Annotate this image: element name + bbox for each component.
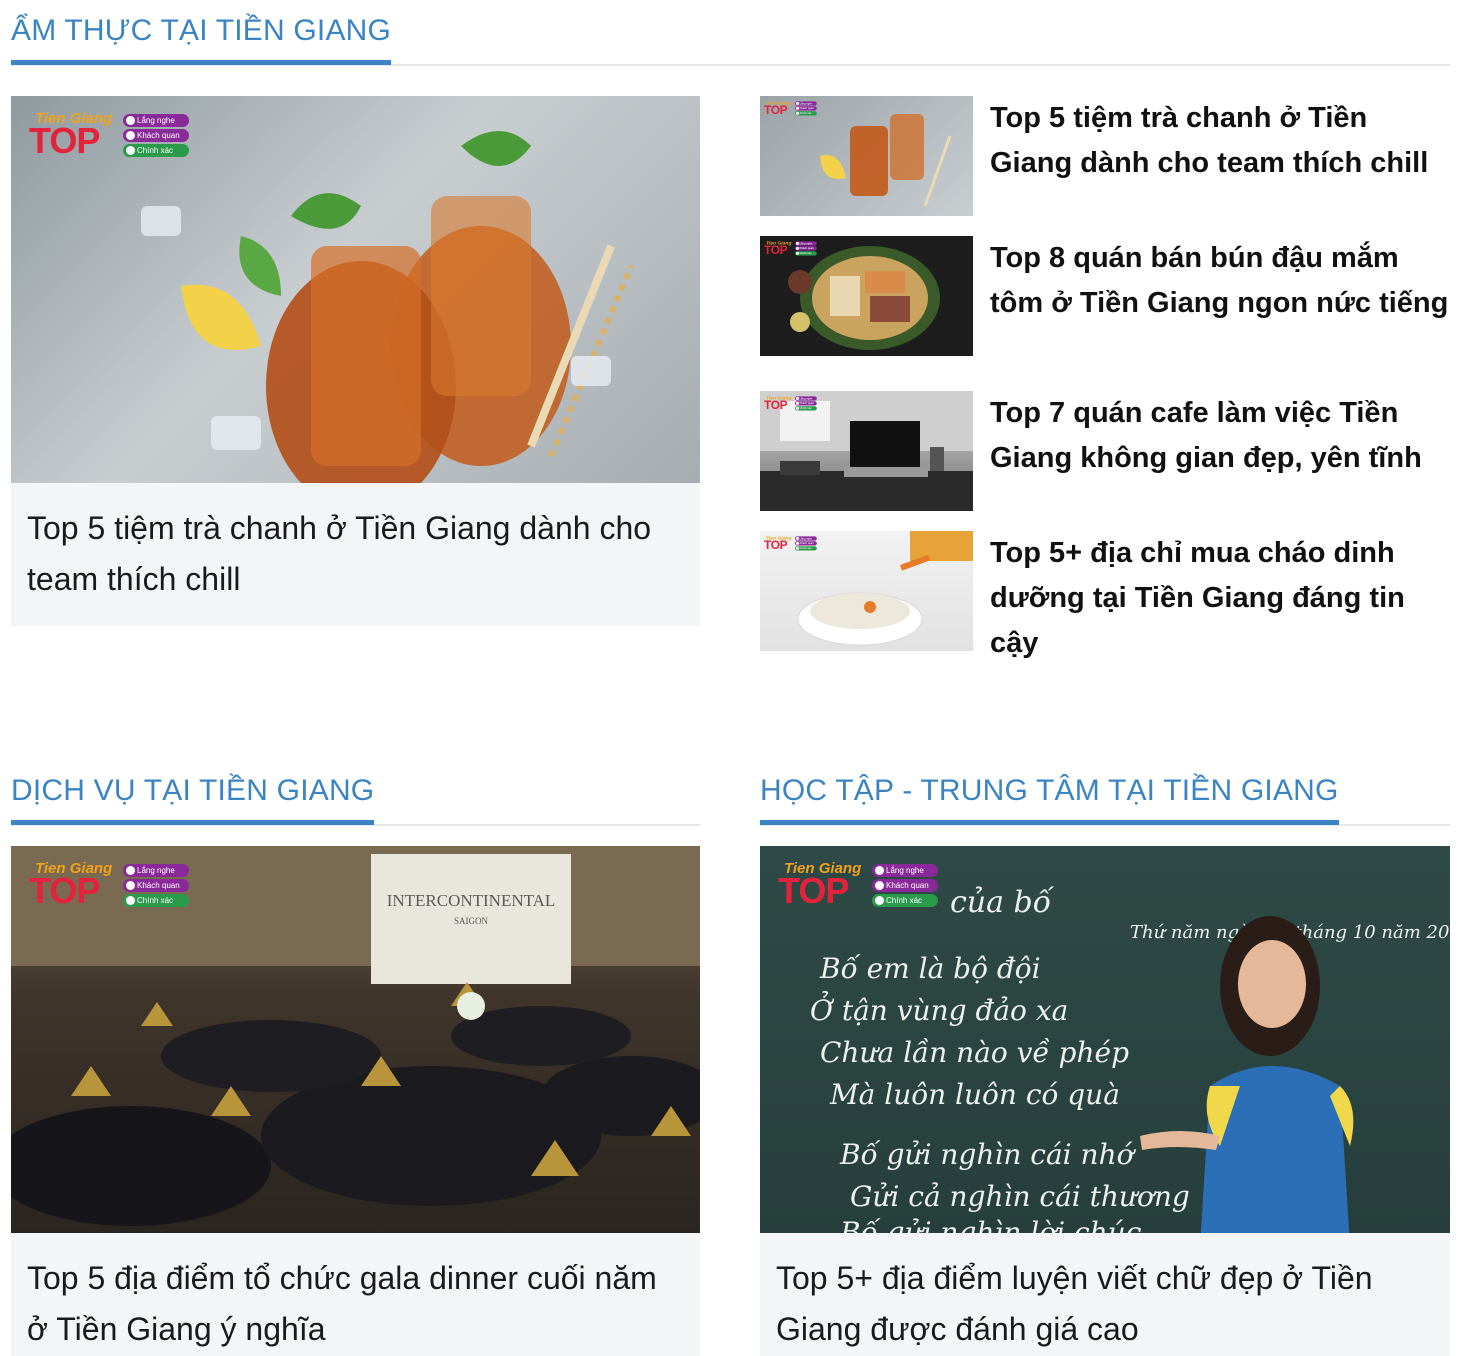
logo-brand-big: TOP (29, 120, 100, 161)
hall-sign-text: INTERCONTINENTAL (387, 891, 556, 910)
logo-pill: Chính xác (795, 111, 817, 116)
logo-pill: Khách quan (123, 129, 189, 142)
logo-pill: Lắng nghe (123, 864, 189, 877)
article-title[interactable]: Top 5 tiệm trà chanh ở Tiền Giang dành c… (990, 96, 1450, 186)
logo-brand-big: TOP (778, 870, 849, 911)
list-item[interactable]: Tien Giang TOP Lắng nghe Khách quan Chín… (760, 391, 1450, 521)
article-title[interactable]: Top 8 quán bán bún đậu mắm tôm ở Tiền Gi… (990, 236, 1450, 326)
logo-pill: Chính xác (795, 406, 817, 411)
featured-article-luyen-chu[interactable]: của bố Thứ năm ngày 18 tháng 10 năm 2018… (760, 846, 1450, 1356)
logo-pill: Lắng nghe (123, 114, 189, 127)
section-title-dich-vu[interactable]: DỊCH VỤ TẠI TIỀN GIANG (11, 774, 375, 825)
section-header-am-thuc: ẨM THỰC TẠI TIỀN GIANG (11, 0, 1450, 66)
article-thumbnail[interactable]: của bố Thứ năm ngày 18 tháng 10 năm 2018… (760, 846, 1450, 1233)
article-title[interactable]: Top 5 tiệm trà chanh ở Tiền Giang dành c… (11, 483, 700, 625)
logo-pill: Khách quan (795, 401, 817, 406)
logo-pill: Khách quan (795, 541, 817, 546)
hall-sign-sub: SAIGON (454, 916, 489, 926)
logo-pill: Chính xác (123, 144, 189, 157)
tien-giang-top-logo: Tien Giang TOP Lắng nghe Khách quan Chín… (29, 110, 189, 166)
article-thumbnail[interactable]: Tien Giang TOP Lắng nghe Khách quan Chín… (760, 531, 973, 651)
section-header-hoc-tap: HỌC TẬP - TRUNG TÂM TẠI TIỀN GIANG (760, 760, 1450, 826)
logo-brand-big: TOP (29, 870, 100, 911)
article-title[interactable]: Top 5 địa điểm tổ chức gala dinner cuối … (11, 1233, 700, 1356)
logo-pill: Chính xác (795, 546, 817, 551)
tien-giang-top-logo: Tien Giang TOP Lắng nghe Khách quan Chín… (29, 860, 189, 916)
logo-pill: Chính xác (123, 894, 189, 907)
list-item[interactable]: Tien Giang TOP Lắng nghe Khách quan Chín… (760, 96, 1450, 226)
board-line: Ở tận vùng đảo xa (810, 990, 1068, 1027)
list-item[interactable]: Tien Giang TOP Lắng nghe Khách quan Chín… (760, 531, 1450, 671)
section-title-am-thuc[interactable]: ẨM THỰC TẠI TIỀN GIANG (11, 14, 392, 65)
list-item[interactable]: Tien Giang TOP Lắng nghe Khách quan Chín… (760, 236, 1450, 376)
article-thumbnail[interactable]: Tien Giang TOP Lắng nghe Khách quan Chín… (760, 391, 973, 511)
section-header-dich-vu: DỊCH VỤ TẠI TIỀN GIANG (11, 760, 700, 826)
logo-brand-big: TOP (764, 103, 788, 117)
board-line: Bố em là bộ đội (819, 952, 1041, 985)
logo-pill: Khách quan (123, 879, 189, 892)
logo-brand-big: TOP (764, 538, 788, 552)
board-title: của bố (950, 885, 1055, 920)
article-title[interactable]: Top 5+ địa chỉ mua cháo dinh dưỡng tại T… (990, 531, 1450, 666)
logo-pill: Khách quan (795, 106, 817, 111)
logo-pill: Lắng nghe (795, 101, 817, 106)
featured-article-gala-dinner[interactable]: INTERCONTINENTAL SAIGON Tien Giang TOP L… (11, 846, 700, 1356)
logo-pill: Khách quan (872, 879, 938, 892)
logo-pill: Lắng nghe (795, 241, 817, 246)
logo-pill: Khách quan (795, 246, 817, 251)
logo-pill: Lắng nghe (872, 864, 938, 877)
article-thumbnail[interactable]: INTERCONTINENTAL SAIGON Tien Giang TOP L… (11, 846, 700, 1233)
logo-brand-big: TOP (764, 398, 788, 412)
logo-pill: Lắng nghe (795, 396, 817, 401)
tien-giang-top-logo: Tien Giang TOP Lắng nghe Khách quan Chín… (778, 860, 938, 916)
article-thumbnail[interactable]: Tien Giang TOP Lắng nghe Khách quan Chín… (760, 236, 973, 356)
featured-article-tra-chanh[interactable]: Tien Giang TOP Lắng nghe Khách quan Chín… (11, 96, 700, 626)
board-line: Bố gửi nghìn lời chúc (839, 1216, 1142, 1233)
logo-brand-big: TOP (764, 243, 788, 257)
tien-giang-top-logo: Tien Giang TOP Lắng nghe Khách quan Chín… (764, 395, 817, 413)
article-title[interactable]: Top 7 quán cafe làm việc Tiền Giang khôn… (990, 391, 1450, 481)
article-thumbnail[interactable]: Tien Giang TOP Lắng nghe Khách quan Chín… (11, 96, 700, 483)
section-title-hoc-tap[interactable]: HỌC TẬP - TRUNG TÂM TẠI TIỀN GIANG (760, 774, 1339, 825)
board-line: Mà luôn luôn có quà (829, 1078, 1120, 1111)
tien-giang-top-logo: Tien Giang TOP Lắng nghe Khách quan Chín… (764, 535, 817, 553)
logo-pill: Lắng nghe (795, 536, 817, 541)
board-line: Bố gửi nghìn cái nhớ (839, 1138, 1137, 1171)
tien-giang-top-logo: Tien Giang TOP Lắng nghe Khách quan Chín… (764, 100, 817, 118)
board-line: Gửi cả nghìn cái thương (850, 1180, 1190, 1213)
article-title[interactable]: Top 5+ địa điểm luyện viết chữ đẹp ở Tiề… (760, 1233, 1450, 1356)
article-thumbnail[interactable]: Tien Giang TOP Lắng nghe Khách quan Chín… (760, 96, 973, 216)
logo-pill: Chính xác (872, 894, 938, 907)
board-line: Chưa lần nào về phép (820, 1036, 1129, 1069)
logo-pill: Chính xác (795, 251, 817, 256)
tien-giang-top-logo: Tien Giang TOP Lắng nghe Khách quan Chín… (764, 240, 817, 258)
